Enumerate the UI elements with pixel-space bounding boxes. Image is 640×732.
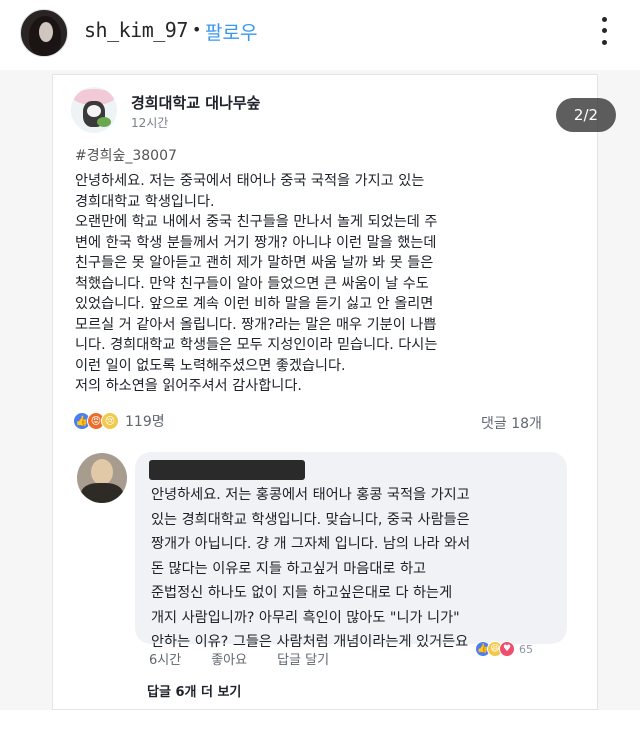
post-line: 니다. 경희대학교 학생들은 모두 지성인이라 믿습니다. 다시는 (75, 337, 438, 353)
post-reactions: 👍 😡 😢 119명 (73, 411, 165, 431)
comment-bubble: 안녕하세요. 저는 홍콩에서 태어나 홍콩 국적을 가지고 있는 경희대학교 학… (135, 452, 567, 650)
commenter-avatar (77, 453, 127, 503)
post-line: 있었습니다. 앞으로 계속 이런 비하 말을 듣기 싫고 안 올리면 (75, 296, 434, 312)
post-line: 변에 한국 학생 분들께서 거기 짱개? 아니냐 이런 말을 했는데 (75, 234, 437, 251)
comment-line: 있는 경희대학교 학생입니다. 맞습니다, 중국 사람들은 (151, 511, 470, 528)
more-vertical-icon[interactable] (592, 14, 616, 48)
post-line: 저의 하소연을 읽어주셔서 감사합니다. (75, 378, 302, 394)
comment-line: 안녕하세요. 저는 홍콩에서 태어나 홍콩 국적을 가지고 (151, 487, 470, 503)
more-dot (601, 39, 607, 45)
comment-reactions: 👍 😆 ♥ 65 (475, 641, 533, 657)
commenter-body (81, 483, 123, 503)
comment-line: 짱개가 아닙니다. 걍 개 그자체 입니다. 남의 나라 와서 (151, 536, 471, 552)
post-body: 안녕하세요. 저는 중국에서 태어나 중국 국적을 가지고 있는 경희대학교 학… (75, 171, 587, 397)
post-line: 경희대학교 학생입니다. (75, 193, 215, 210)
redacted-name (149, 460, 305, 480)
more-replies-label: 답글 6개 더 보기 (147, 685, 242, 700)
comment-body: 안녕하세요. 저는 홍콩에서 태어나 홍콩 국적을 가지고 있는 경희대학교 학… (151, 483, 559, 655)
bamboo-leaf-shape (97, 117, 111, 127)
follow-button[interactable]: 팔로우 (205, 18, 257, 45)
post-hashtag: #경희숲_38007 (75, 148, 177, 164)
avatar[interactable] (20, 9, 68, 57)
post-line: 안녕하세요. 저는 중국에서 태어나 중국 국적을 가지고 있는 (75, 173, 425, 189)
post-line: 이런 일이 없도록 노력해주셨으면 좋겠습니다. (75, 357, 346, 374)
comment-line: 돈 많다는 이유로 지들 하고싶거 마음대로 하고 (151, 560, 427, 577)
username-link[interactable]: sh_kim_97 (84, 18, 188, 42)
heart-reaction-icon: ♥ (499, 641, 515, 657)
reaction-count: 119명 (125, 414, 165, 430)
comment-meta: 6시간 좋아요 답글 달기 (149, 649, 329, 668)
post-line: 척했습니다. 만약 친구들이 알아 들었으면 큰 싸움이 날 수도 (75, 275, 429, 292)
post-line: 모르실 거 같아서 올립니다. 짱개?라는 말은 매우 기분이 나쁩 (75, 316, 437, 333)
page-avatar (71, 87, 117, 133)
sad-reaction-icon: 😢 (101, 412, 119, 430)
more-dot (601, 28, 607, 34)
post-line: 친구들은 못 알아듣고 괜히 제가 말하면 싸움 날까 봐 못 들은 (75, 255, 434, 271)
separator-dot: • (192, 20, 202, 39)
post-line: 오랜만에 학교 내에서 중국 친구들을 만나서 놀게 되었는데 주 (75, 214, 438, 230)
post-time: 12시간 (131, 116, 169, 130)
comment-line: 개지 사람입니까? 아무리 흑인이 많아도 "니가 니가" (151, 609, 460, 626)
panda-face-shape (87, 105, 101, 117)
comment-like-label: 좋아요 (211, 653, 248, 668)
action-bar (0, 712, 640, 732)
carousel-counter: 2/2 (556, 98, 616, 132)
comment-count: 댓글 18개 (481, 416, 542, 432)
comment-reply-label: 답글 달기 (277, 653, 330, 668)
post-image[interactable]: 경희대학교 대나무숲 12시간 #경희숲_38007 안녕하세요. 저는 중국에… (0, 70, 640, 710)
comment-line: 준법정신 하나도 없이 지들 하고싶은대로 다 하는게 (151, 585, 453, 601)
more-dot (601, 17, 607, 23)
comment-time: 6시간 (149, 653, 182, 668)
comment-reaction-count: 65 (519, 642, 533, 656)
post-header: sh_kim_97 • 팔로우 (0, 0, 640, 66)
page-name: 경희대학교 대나무숲 (131, 94, 261, 112)
commenter-head (91, 459, 113, 485)
facebook-post-screenshot: 경희대학교 대나무숲 12시간 #경희숲_38007 안녕하세요. 저는 중국에… (52, 74, 598, 710)
avatar-face (39, 22, 53, 42)
